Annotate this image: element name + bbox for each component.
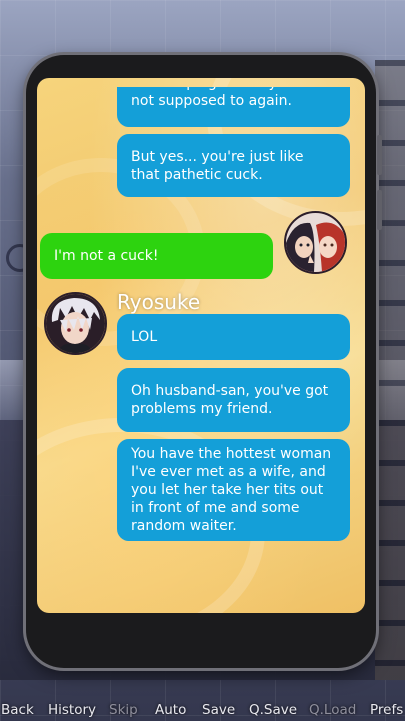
white-haired-man-icon [46, 294, 105, 353]
save-button[interactable]: Save [202, 702, 235, 718]
message-text: LOL [131, 329, 158, 345]
sender-avatar [44, 292, 107, 355]
auto-button[interactable]: Auto [155, 702, 186, 718]
chat-bubble-outgoing: I'm not a cuck! [40, 233, 273, 279]
skip-button[interactable]: Skip [109, 702, 138, 718]
sender-name: Ryosuke [117, 290, 201, 314]
chat-bubble-incoming: You have the hottest woman I've ever met… [117, 439, 350, 541]
couple-selfie-icon [286, 213, 345, 272]
message-text: I'm not a cuck! [54, 248, 159, 264]
chat-bubble-incoming: LOL [117, 314, 350, 360]
phone-power-button [377, 190, 382, 230]
history-button[interactable]: History [48, 702, 96, 718]
quick-save-button[interactable]: Q.Save [249, 702, 297, 718]
chat-bubble-incoming: But yes... you're just like that patheti… [117, 134, 350, 197]
message-text: You have the hottest woman I've ever met… [131, 446, 332, 534]
preferences-button[interactable]: Prefs [370, 702, 403, 718]
phone-volume-button [377, 135, 382, 175]
back-button[interactable]: Back [1, 702, 34, 718]
quick-load-button[interactable]: Q.Load [309, 702, 356, 718]
quick-menu: Back History Skip Auto Save Q.Save Q.Loa… [0, 700, 405, 721]
chat-bubble-incoming: Oh husband-san, you've got problems my f… [117, 368, 350, 432]
player-avatar [284, 211, 347, 274]
message-text: Oh husband-san, you've got problems my f… [131, 383, 329, 417]
message-text: But yes... you're just like that patheti… [131, 148, 304, 183]
